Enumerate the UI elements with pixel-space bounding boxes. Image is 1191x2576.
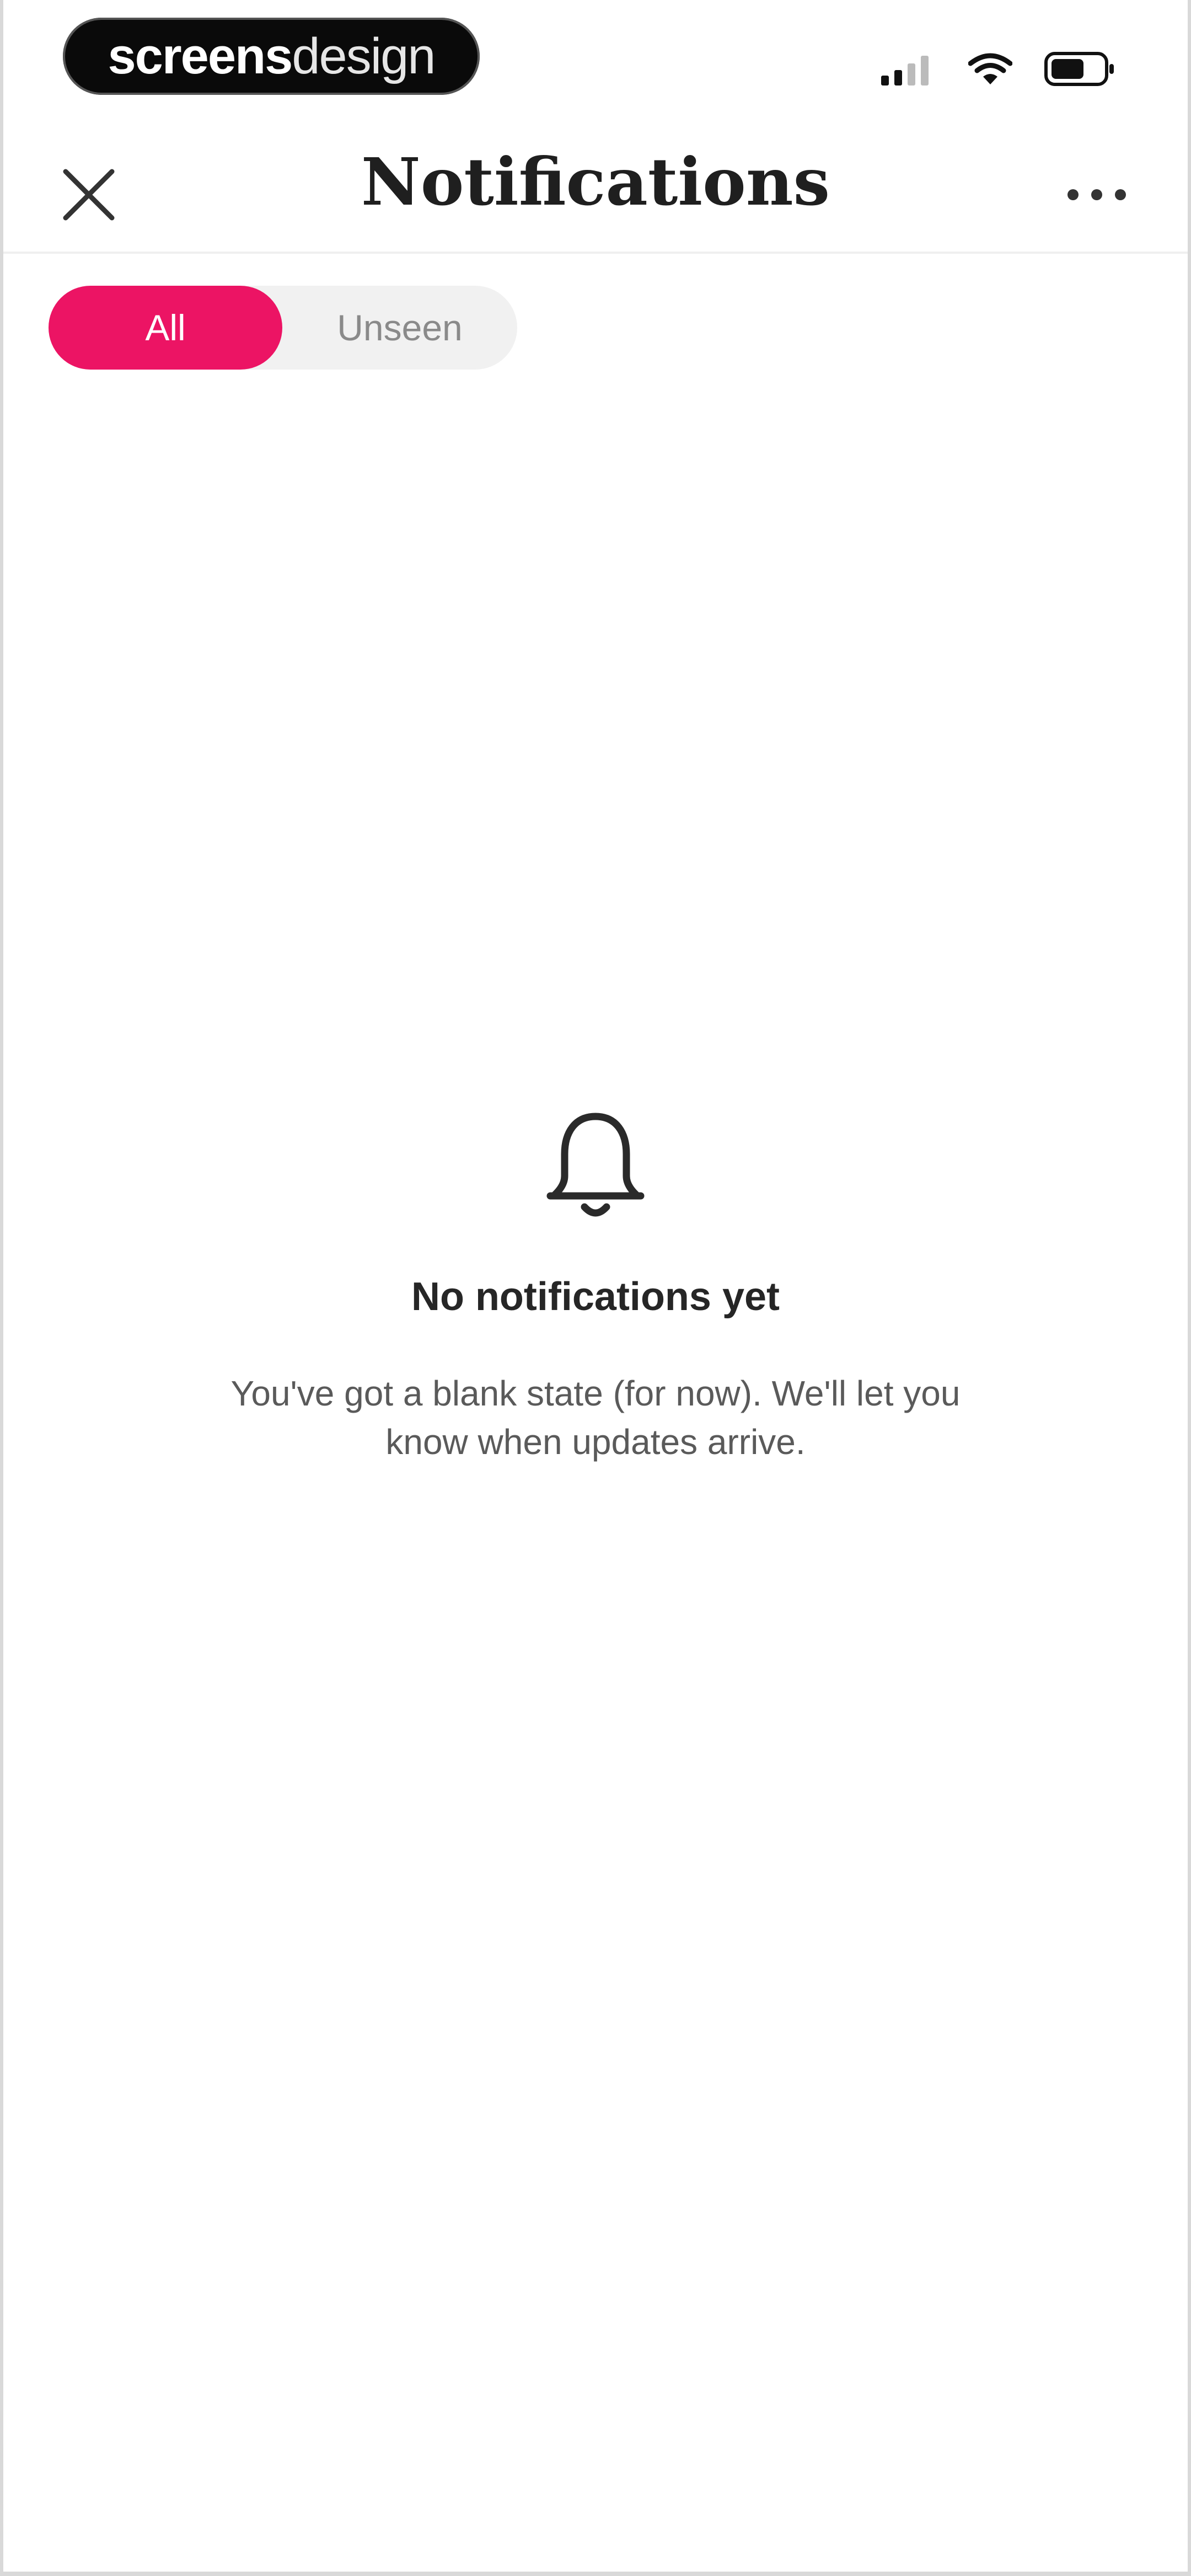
watermark-light-text: design [292, 28, 436, 84]
more-icon [1066, 188, 1127, 204]
page-title: Notifications [361, 143, 830, 220]
notifications-screen: screens design Notifications All Unseen … [0, 0, 1191, 2576]
screensdesign-watermark: screens design [63, 18, 480, 95]
tab-all[interactable]: All [49, 286, 282, 370]
status-icons [881, 50, 1116, 88]
bell-icon [540, 1109, 651, 1225]
more-options-button[interactable] [1055, 165, 1138, 226]
status-bar: screens design [3, 0, 1188, 116]
wifi-icon [968, 52, 1012, 85]
empty-state-title: No notifications yet [411, 1275, 780, 1319]
tab-unseen[interactable]: Unseen [282, 286, 517, 370]
battery-icon [1044, 52, 1116, 86]
empty-state: No notifications yet You've got a blank … [3, 1109, 1188, 1466]
empty-state-description: You've got a blank state (for now). We'l… [230, 1373, 961, 1462]
watermark-bold-text: screens [108, 28, 293, 84]
signal-icon [881, 52, 936, 85]
header: Notifications [3, 116, 1188, 254]
notification-filter: All Unseen [49, 286, 517, 370]
